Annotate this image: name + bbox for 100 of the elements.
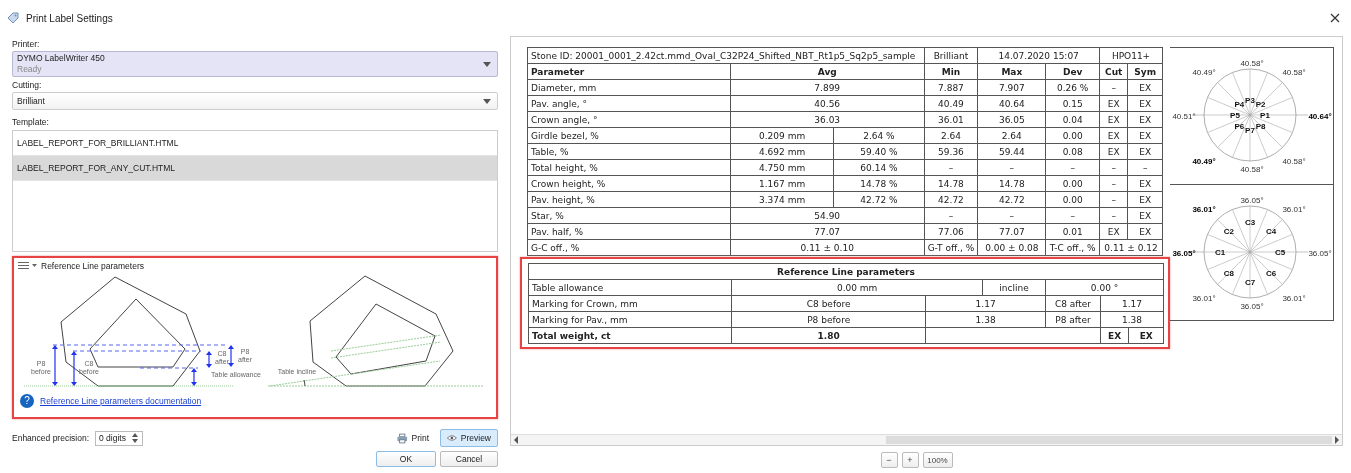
field-label: Printer:: [12, 38, 41, 51]
table-cell: 1.17: [925, 295, 1046, 312]
column-header: Parameter: [527, 63, 731, 80]
print-button[interactable]: Print: [390, 430, 436, 446]
zoom-reset-button[interactable]: 100%: [922, 452, 953, 468]
table-cell: C8 after: [1045, 295, 1101, 312]
field-label: Template:: [12, 116, 50, 129]
angle-label: 36.05°: [1172, 249, 1196, 258]
table-cell: 42.72: [924, 191, 978, 208]
facet-label: C2: [1223, 226, 1234, 236]
angle-label: 36.05°: [1240, 196, 1264, 205]
table-cell: EX: [1127, 111, 1163, 128]
table-cell: 14.78 %: [833, 175, 925, 192]
cutting-dropdown[interactable]: Brilliant: [12, 92, 498, 110]
angle-label: 36.05°: [1240, 302, 1264, 311]
table-cell: 0.01: [1045, 223, 1100, 240]
table-cell: 14.78: [924, 175, 978, 192]
table-cell: 0.11 ± 0.10: [730, 239, 925, 256]
table-cell: EX: [1127, 127, 1163, 144]
scrollbar-thumb[interactable]: [885, 436, 1332, 444]
table-cell: –: [1099, 79, 1128, 96]
table-cell: 4.692 mm: [730, 143, 834, 160]
printer-icon: [397, 432, 408, 444]
table-cell: 0.00 ± 0.08: [977, 239, 1046, 256]
table-cell: Pav. height, %: [527, 191, 731, 208]
table-cell: 0.26 %: [1045, 79, 1100, 96]
scroll-left-icon[interactable]: [513, 436, 519, 444]
table-cell: EX: [1127, 175, 1163, 192]
precision-spinbox[interactable]: 0 digits: [95, 430, 144, 446]
table-cell: 60.14 %: [833, 159, 925, 176]
table-cell: 7.907: [977, 79, 1046, 96]
field-label: Cutting:: [12, 79, 43, 92]
table-cell: Brilliant: [924, 47, 978, 64]
table-cell: 59.40 %: [833, 143, 925, 160]
table-cell: EX: [1099, 95, 1128, 112]
table-cell: 0.209 mm: [730, 127, 834, 144]
table-cell: 77.07: [730, 223, 925, 240]
angle-label: 40.58°: [1282, 68, 1306, 77]
table-cell: 1.17: [1100, 295, 1164, 312]
template-item[interactable]: LABEL_REPORT_FOR_ANY_CUT.HTML: [13, 156, 497, 181]
table-cell: 1.80: [731, 327, 926, 344]
table-cell: P8 after: [1045, 311, 1101, 328]
facet-label: C1: [1214, 248, 1226, 257]
angle-label: 40.49°: [1192, 157, 1216, 166]
table-cell: Diameter, mm: [527, 79, 731, 96]
column-header: Min: [924, 63, 978, 80]
table-cell: Crown height, %: [527, 175, 731, 192]
documentation-link[interactable]: Reference Line parameters documentation: [40, 396, 202, 406]
angle-label: 36.01°: [1192, 294, 1216, 303]
table-cell: EX: [1127, 79, 1163, 96]
preview-button[interactable]: Preview: [440, 429, 498, 447]
table-cell: 2.64: [924, 127, 978, 144]
facet-label: C3: [1244, 218, 1256, 227]
facet-label: P2: [1255, 100, 1266, 110]
table-cell: EX: [1099, 111, 1128, 128]
table-cell: 42.72: [977, 191, 1046, 208]
zoom-out-button[interactable]: −: [880, 452, 898, 468]
table-cell: G-C off., %: [527, 239, 731, 256]
table-cell: EX: [1099, 223, 1128, 240]
dropdown-caret-icon: [483, 61, 491, 67]
dropdown-caret-icon: [483, 98, 491, 104]
table-cell: 0.11 ± 0.12: [1099, 239, 1163, 256]
help-icon[interactable]: ?: [20, 394, 34, 408]
table-cell: Crown angle, °: [527, 111, 731, 128]
table-cell: Marking for Pav., mm: [528, 311, 732, 328]
table-cell: 14.78: [977, 175, 1046, 192]
table-cell: EX: [1128, 327, 1164, 344]
table-cell: 0.00 °: [1045, 279, 1164, 296]
table-cell: EX: [1127, 207, 1163, 224]
table-cell: Total weight, ct: [528, 327, 732, 344]
table-cell: EX: [1127, 143, 1163, 160]
table-cell: 1.38: [1100, 311, 1164, 328]
scroll-right-icon[interactable]: [1334, 436, 1340, 444]
ok-button[interactable]: OK: [376, 451, 436, 467]
angle-label: 36.01°: [1192, 205, 1216, 214]
table-cell: EX: [1099, 143, 1128, 160]
table-cell: Star, %: [527, 207, 731, 224]
table-cell: 0.00: [1045, 127, 1100, 144]
zoom-in-button[interactable]: +: [901, 452, 919, 468]
printer-dropdown[interactable]: DYMO LabelWriter 450 Ready: [12, 51, 498, 77]
cancel-button[interactable]: Cancel: [440, 451, 498, 467]
facet-label: C4: [1266, 226, 1277, 236]
table-cell: 14.07.2020 15:07: [977, 47, 1100, 64]
horizontal-scrollbar[interactable]: [511, 434, 1342, 445]
panel-title: Reference Line parameters: [41, 261, 144, 271]
angle-label: 40.58°: [1282, 157, 1306, 166]
spin-arrows-icon[interactable]: [131, 432, 140, 444]
template-list[interactable]: LABEL_REPORT_FOR_BRILLIANT.HTML LABEL_REPORT_FOR_ANY_CUT.HTML: [12, 130, 498, 252]
close-icon: [1330, 13, 1340, 23]
menu-icon[interactable]: [18, 261, 38, 271]
angle-label: 40.64°: [1308, 112, 1332, 121]
field-label: Enhanced precision:: [12, 433, 90, 443]
table-cell: –: [924, 207, 978, 224]
tag-icon: [6, 11, 20, 25]
table-cell: EX: [1127, 191, 1163, 208]
angle-label: 36.05°: [1308, 249, 1332, 258]
table-cell: 36.01: [924, 111, 978, 128]
table-cell: Girdle bezel, %: [527, 127, 731, 144]
table-cell: –: [1099, 175, 1128, 192]
table-cell: –: [1099, 159, 1128, 176]
